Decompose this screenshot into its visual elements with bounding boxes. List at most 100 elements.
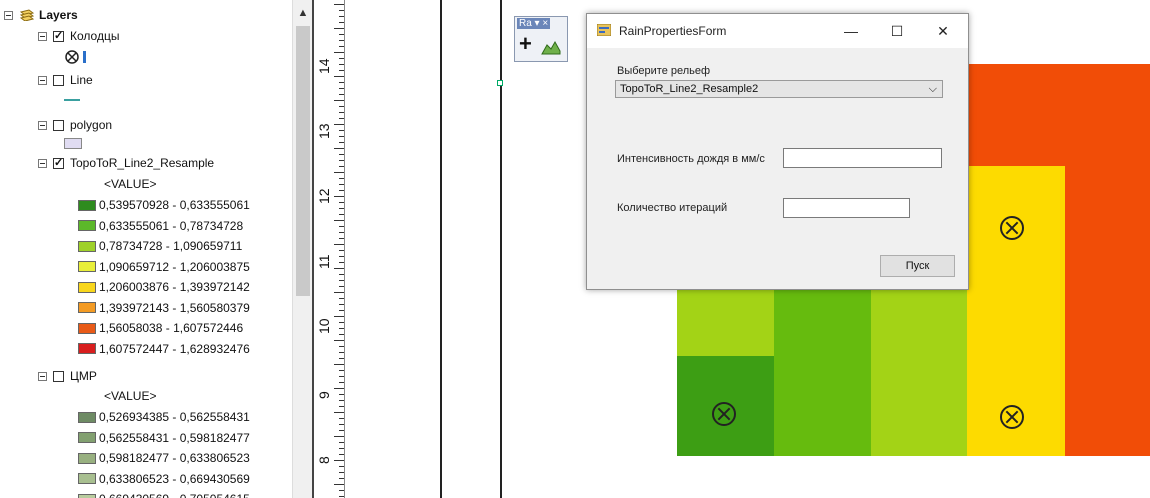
ruler-tick: [334, 388, 344, 389]
ruler-label: 9: [316, 391, 332, 399]
ruler-tick: [339, 250, 344, 251]
layer-row-polygon[interactable]: polygon: [38, 116, 112, 134]
ruler-label: 8: [316, 456, 332, 464]
ruler-tick: [339, 352, 344, 353]
ruler-tick: [334, 76, 344, 77]
layer-row-dem[interactable]: ЦМР: [38, 367, 97, 385]
legend-swatch[interactable]: [78, 343, 96, 354]
ruler-tick: [334, 412, 344, 413]
ruler-tick: [339, 454, 344, 455]
scroll-thumb[interactable]: [296, 26, 310, 296]
selection-handle[interactable]: [497, 80, 503, 86]
dialog-body: Выберите рельеф TopoToR_Line2_Resample2 …: [587, 48, 968, 289]
collapse-icon[interactable]: [38, 120, 47, 130]
iterations-input[interactable]: [783, 198, 910, 218]
ruler-tick: [339, 64, 344, 65]
legend-swatch[interactable]: [78, 322, 96, 334]
layer-checkbox[interactable]: [53, 156, 64, 169]
ruler-tick: [339, 424, 344, 425]
ruler-tick: [339, 34, 344, 35]
ruler-tick: [339, 214, 344, 215]
chevron-down-icon[interactable]: ⌵: [929, 81, 937, 97]
legend-class: 0,526934385 - 0,562558431: [78, 408, 250, 426]
ruler-tick: [339, 442, 344, 443]
well-marker-icon[interactable]: [1000, 216, 1024, 240]
raster-cell: [1065, 166, 1150, 456]
minimize-button[interactable]: —: [828, 20, 874, 42]
ruler-tick: [339, 16, 344, 17]
legend-swatch[interactable]: [78, 199, 96, 211]
layer-name: ЦМР: [70, 369, 97, 383]
ruler-tick: [339, 136, 344, 137]
legend-swatch[interactable]: [78, 220, 96, 231]
layer-row-wells[interactable]: Колодцы: [38, 27, 119, 45]
maximize-button[interactable]: ☐: [874, 20, 920, 42]
ruler-tick: [339, 382, 344, 383]
legend-swatch[interactable]: [78, 432, 96, 443]
ruler-tick: [339, 304, 344, 305]
toc-scrollbar[interactable]: ▲: [292, 0, 313, 498]
layer-checkbox[interactable]: [53, 29, 64, 42]
legend-swatch[interactable]: [78, 261, 96, 272]
ruler-tick: [334, 316, 344, 317]
close-button[interactable]: ✕: [920, 20, 966, 42]
legend-class: 0,78734728 - 1,090659711: [78, 237, 242, 255]
legend-swatch[interactable]: [78, 302, 96, 313]
layer-checkbox[interactable]: [53, 119, 64, 131]
layer-row-topotor[interactable]: TopoToR_Line2_Resample: [38, 154, 214, 172]
legend-class: 0,598182477 - 0,633806523: [78, 449, 250, 467]
ruler-tick: [339, 280, 344, 281]
rain-properties-dialog[interactable]: RainPropertiesForm — ☐ ✕ Выберите рельеф…: [586, 13, 969, 290]
collapse-icon[interactable]: [4, 10, 13, 20]
raster-cell: [1065, 64, 1150, 166]
chart-icon[interactable]: [541, 39, 561, 55]
legend-swatch[interactable]: [78, 240, 96, 252]
ruler-label: 13: [316, 123, 332, 139]
plus-icon[interactable]: +: [519, 33, 532, 55]
toolbar-title[interactable]: Ra ▾ ×: [517, 18, 551, 29]
legend-swatch[interactable]: [78, 452, 96, 464]
collapse-icon[interactable]: [38, 158, 47, 168]
raster-select[interactable]: TopoToR_Line2_Resample2 ⌵: [615, 80, 943, 98]
mini-toolbar[interactable]: Ra ▾ × +: [514, 16, 568, 62]
legend-label: 1,393972143 - 1,560580379: [99, 300, 250, 315]
vertical-ruler: 14 13 12 11 10 9 8: [312, 0, 345, 498]
legend-swatch[interactable]: [78, 281, 96, 293]
legend-class: 0,633555061 - 0,78734728: [78, 217, 243, 235]
divider: [440, 0, 442, 498]
ruler-tick: [339, 190, 344, 191]
legend-label: 0,539570928 - 0,633555061: [99, 198, 250, 212]
dialog-titlebar[interactable]: RainPropertiesForm — ☐ ✕: [587, 14, 968, 48]
ruler-tick: [339, 448, 344, 449]
well-marker-icon[interactable]: [1000, 405, 1024, 429]
toc-root-label: Layers: [39, 8, 78, 22]
legend-label: 1,56058038 - 1,607572446: [99, 321, 244, 335]
ruler-tick: [339, 232, 344, 233]
ruler-tick: [339, 112, 344, 113]
layer-row-line[interactable]: Line: [38, 71, 93, 89]
ruler-tick: [339, 328, 344, 329]
ruler-tick: [334, 340, 344, 341]
legend-swatch[interactable]: [78, 473, 96, 484]
layer-name: Колодцы: [70, 29, 120, 43]
intensity-label: Интенсивность дождя в мм/с: [617, 153, 765, 165]
ruler-label: 10: [316, 318, 332, 334]
ruler-tick: [339, 286, 344, 287]
collapse-icon[interactable]: [38, 75, 47, 85]
intensity-input[interactable]: [783, 148, 942, 168]
ruler-tick: [339, 142, 344, 143]
ruler-tick: [334, 292, 344, 293]
scroll-up-icon[interactable]: ▲: [296, 6, 310, 20]
legend-swatch[interactable]: [78, 411, 96, 423]
legend-class: 1,206003876 - 1,393972142: [78, 278, 250, 296]
collapse-icon[interactable]: [38, 371, 47, 381]
run-button[interactable]: Пуск: [880, 255, 955, 277]
ruler-tick: [334, 148, 344, 149]
layer-checkbox[interactable]: [53, 370, 64, 382]
well-marker-icon[interactable]: [712, 402, 736, 426]
legend-label: 0,78734728 - 1,090659711: [99, 239, 243, 253]
legend-swatch[interactable]: [78, 493, 96, 498]
collapse-icon[interactable]: [38, 31, 47, 41]
toc-root[interactable]: Layers: [4, 6, 78, 24]
layer-checkbox[interactable]: [53, 74, 64, 86]
